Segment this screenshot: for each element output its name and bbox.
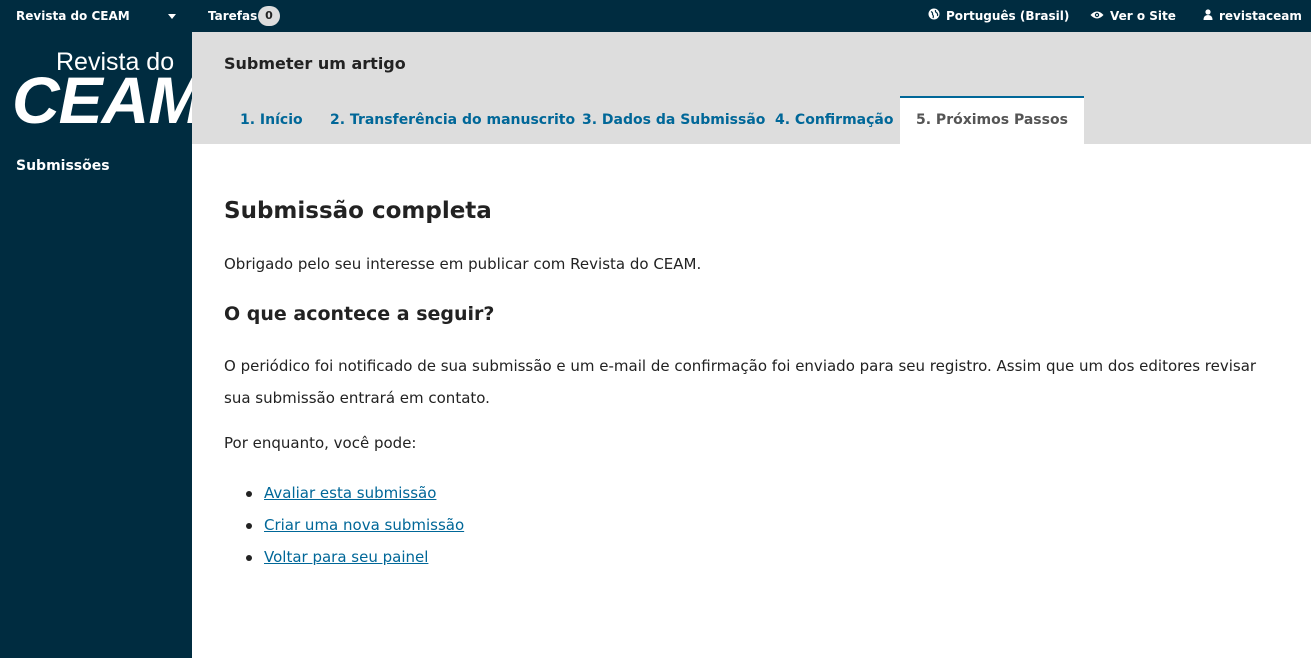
user-menu[interactable]: revistaceam bbox=[1203, 0, 1302, 32]
review-submission-link[interactable]: Avaliar esta submissão bbox=[264, 484, 436, 502]
globe-icon bbox=[928, 0, 940, 32]
tab-confirmacao[interactable]: 4. Confirmação bbox=[759, 96, 909, 144]
page-title: Submeter um artigo bbox=[224, 54, 406, 73]
tab-inicio[interactable]: 1. Início bbox=[224, 96, 319, 144]
logo-line-2: CEAM bbox=[12, 63, 203, 137]
tab-transferencia[interactable]: 2. Transferência do manuscrito bbox=[314, 96, 591, 144]
tab-dados-submissao[interactable]: 3. Dados da Submissão bbox=[566, 96, 781, 144]
completion-heading: Submissão completa bbox=[224, 198, 492, 224]
list-item: Criar uma nova submissão bbox=[224, 509, 464, 541]
list-item: Voltar para seu painel bbox=[224, 541, 464, 573]
dashboard-link[interactable]: Voltar para seu painel bbox=[264, 548, 428, 566]
tasks-link[interactable]: Tarefas bbox=[208, 0, 257, 32]
eye-icon bbox=[1090, 0, 1104, 32]
tasks-count-badge[interactable]: 0 bbox=[258, 6, 280, 26]
user-icon bbox=[1203, 0, 1213, 32]
notification-text: O periódico foi notificado de sua submis… bbox=[224, 357, 1257, 407]
view-site-link[interactable]: Ver o Site bbox=[1090, 0, 1176, 32]
sidebar: Revista do CEAM Submissões bbox=[0, 32, 203, 658]
thanks-text: Obrigado pelo seu interesse em publicar … bbox=[224, 255, 702, 273]
sidebar-item-submissions[interactable]: Submissões bbox=[16, 158, 110, 174]
new-submission-link[interactable]: Criar uma nova submissão bbox=[264, 516, 464, 534]
next-actions-list: Avaliar esta submissão Criar uma nova su… bbox=[224, 477, 464, 573]
journal-switcher[interactable]: Revista do CEAM bbox=[16, 0, 130, 32]
list-item: Avaliar esta submissão bbox=[224, 477, 464, 509]
top-bar: Revista do CEAM Tarefas 0 Português (Bra… bbox=[0, 0, 1311, 32]
language-label: Português (Brasil) bbox=[946, 9, 1070, 23]
view-site-label: Ver o Site bbox=[1110, 9, 1176, 23]
chevron-down-icon[interactable] bbox=[168, 14, 176, 19]
username-label: revistaceam bbox=[1219, 9, 1302, 23]
tab-proximos-passos[interactable]: 5. Próximos Passos bbox=[900, 96, 1084, 144]
next-steps-heading: O que acontece a seguir? bbox=[224, 303, 495, 325]
language-menu[interactable]: Português (Brasil) bbox=[928, 0, 1069, 32]
journal-logo[interactable]: Revista do CEAM bbox=[0, 32, 203, 144]
page-header: Submeter um artigo 1. Início 2. Transfer… bbox=[192, 32, 1311, 144]
meanwhile-text: Por enquanto, você pode: bbox=[224, 434, 417, 452]
main-content: Submissão completa Obrigado pelo seu int… bbox=[192, 144, 1311, 658]
